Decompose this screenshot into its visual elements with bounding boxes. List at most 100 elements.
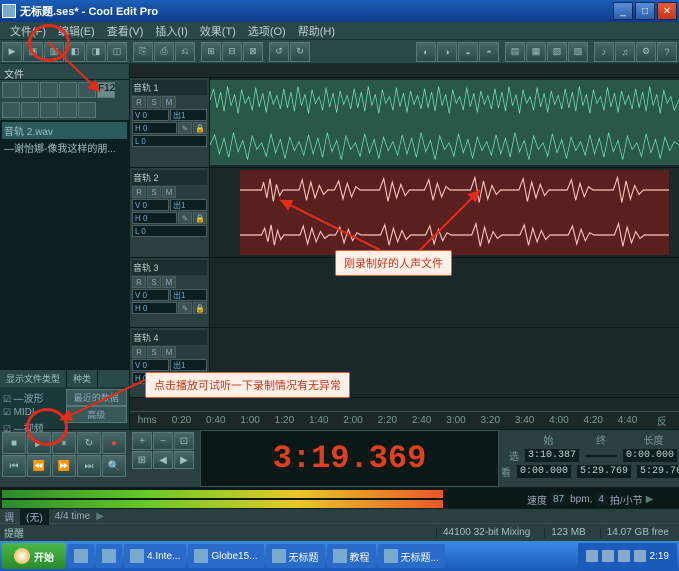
close-button[interactable]: ✕ — [657, 2, 677, 20]
taskbar-item[interactable]: 无标题 — [266, 544, 325, 568]
file-tool-btn[interactable] — [78, 102, 96, 118]
file-item[interactable]: 音轨 2.wav — [2, 122, 127, 139]
system-tray[interactable]: 2:19 — [578, 543, 677, 569]
track-lock-btn[interactable]: 🔒 — [193, 122, 207, 134]
zoom-in-btn[interactable]: + — [132, 432, 152, 450]
play-button[interactable]: ▶ — [27, 432, 51, 454]
toolbar-btn[interactable]: ◨ — [86, 42, 106, 62]
recent-btn[interactable]: 最近的数据 — [66, 389, 128, 406]
track-h[interactable]: H 0 — [132, 302, 177, 314]
toolbar-btn[interactable]: ◑ — [437, 42, 457, 62]
tray-icon[interactable] — [602, 550, 614, 562]
zoom-right-btn[interactable]: ▶ — [174, 451, 194, 469]
toolbar-btn[interactable]: ⊠ — [243, 42, 263, 62]
toolbar-btn[interactable]: ◓ — [479, 42, 499, 62]
file-list[interactable]: 音轨 2.wav —谢怡娜-像我这样的朋... — [0, 120, 129, 369]
toolbar-btn[interactable]: ⎘ — [133, 42, 153, 62]
advanced-btn[interactable]: 高级 — [66, 406, 128, 423]
tray-icon[interactable] — [618, 550, 630, 562]
toolbar-btn[interactable]: ▥ — [44, 42, 64, 62]
track-h[interactable]: H 0 — [132, 212, 177, 224]
toolbar-btn[interactable]: ▶ — [2, 42, 22, 62]
track-fx-btn[interactable]: ✎ — [178, 212, 192, 224]
file-tool-btn[interactable] — [2, 82, 20, 98]
track-vol[interactable]: V 0 — [132, 109, 169, 121]
file-tool-btn[interactable] — [40, 82, 58, 98]
sel-len[interactable]: 0:00.000 — [623, 449, 677, 462]
start-button[interactable]: 开始 — [2, 543, 66, 569]
sel-end[interactable] — [585, 455, 617, 457]
toolbar-btn[interactable]: ▧ — [547, 42, 567, 62]
track-out[interactable]: 出1 — [170, 109, 207, 121]
track-out[interactable]: 出1 — [170, 359, 207, 371]
timeline-ruler[interactable]: hms0:200:401:001:201:402:002:202:403:003… — [130, 411, 679, 429]
taskbar-item[interactable] — [68, 544, 94, 568]
toolbar-btn[interactable]: ↺ — [269, 42, 289, 62]
file-tool-btn[interactable] — [78, 82, 96, 98]
track-vol[interactable]: V 0 — [132, 199, 169, 211]
zoom-sel-btn[interactable]: ⊡ — [174, 432, 194, 450]
view-begin[interactable]: 0:00.000 — [517, 465, 571, 478]
track-solo-btn[interactable]: S — [147, 96, 161, 108]
menu-file[interactable]: 文件(F) — [4, 23, 52, 39]
track-out[interactable]: 出1 — [170, 289, 207, 301]
view-end[interactable]: 5:29.769 — [577, 465, 631, 478]
file-tool-btn[interactable] — [21, 102, 39, 118]
file-tool-btn[interactable] — [40, 102, 58, 118]
taskbar-item[interactable]: 教程 — [327, 544, 376, 568]
menu-view[interactable]: 查看(V) — [101, 23, 150, 39]
pause-button[interactable]: ⏸ — [52, 432, 76, 454]
maximize-button[interactable]: □ — [635, 2, 655, 20]
file-tool-btn[interactable] — [2, 102, 20, 118]
taskbar-item[interactable]: 4.Inte... — [124, 544, 186, 568]
track-rec-btn[interactable]: R — [132, 346, 146, 358]
rew-button[interactable]: ⏪ — [27, 455, 51, 477]
track-name[interactable]: 音轨 1 — [132, 80, 207, 95]
track-lock-btn[interactable]: 🔒 — [193, 302, 207, 314]
toolbar-btn[interactable]: ◧ — [65, 42, 85, 62]
track-name[interactable]: 音轨 4 — [132, 330, 207, 345]
filter-opt[interactable]: ☑ —波形 — [2, 389, 64, 406]
track-vol[interactable]: V 0 — [132, 359, 169, 371]
files-tab[interactable]: 显示文件类型 — [0, 370, 67, 387]
zoom-out-btn[interactable]: − — [153, 432, 173, 450]
play-loop-button[interactable]: ↻ — [77, 432, 101, 454]
toolbar-btn[interactable]: ▤ — [505, 42, 525, 62]
view-len[interactable]: 5:29.769 — [637, 465, 679, 478]
toolbar-btn[interactable]: ▦ — [526, 42, 546, 62]
track-name[interactable]: 音轨 3 — [132, 260, 207, 275]
track-mute-btn[interactable]: M — [162, 186, 176, 198]
key-select[interactable]: (无) — [20, 508, 49, 525]
track-l[interactable]: L 0 — [132, 225, 207, 237]
toolbar-btn[interactable]: ? — [657, 42, 677, 62]
toolbar-btn[interactable]: ♪ — [594, 42, 614, 62]
tray-icon[interactable] — [634, 550, 646, 562]
file-tool-btn[interactable] — [59, 102, 77, 118]
file-tool-btn[interactable] — [21, 82, 39, 98]
file-item[interactable]: —谢怡娜-像我这样的朋... — [2, 139, 127, 156]
toolbar-btn[interactable]: ⎌ — [175, 42, 195, 62]
taskbar-item[interactable]: 无标题... — [378, 544, 445, 568]
end-button[interactable]: ⏭ — [77, 455, 101, 477]
menu-help[interactable]: 帮助(H) — [292, 23, 341, 39]
track-waveform[interactable] — [210, 78, 679, 167]
toolbar-btn[interactable]: ◐ — [416, 42, 436, 62]
files-tab[interactable]: 种类 — [67, 370, 98, 387]
toolbar-btn[interactable]: ⊞ — [201, 42, 221, 62]
track-mute-btn[interactable]: M — [162, 276, 176, 288]
toolbar-btn[interactable]: ◒ — [458, 42, 478, 62]
file-tool-btn[interactable]: F12 — [97, 82, 115, 98]
track-h[interactable]: H 0 — [132, 122, 177, 134]
rewind-button[interactable]: ⏮ — [2, 455, 26, 477]
menu-insert[interactable]: 插入(I) — [149, 23, 193, 39]
tempo-beat[interactable]: 4 — [595, 493, 607, 506]
filter-opt[interactable]: ☑ MIDI — [2, 406, 64, 419]
track-mute-btn[interactable]: M — [162, 346, 176, 358]
tray-icon[interactable] — [586, 550, 598, 562]
toolbar-btn[interactable]: ♫ — [615, 42, 635, 62]
file-tool-btn[interactable] — [59, 82, 77, 98]
track-fx-btn[interactable]: ✎ — [178, 122, 192, 134]
zoom-left-btn[interactable]: ◀ — [153, 451, 173, 469]
track-name[interactable]: 音轨 2 — [132, 170, 207, 185]
track-lock-btn[interactable]: 🔒 — [193, 212, 207, 224]
